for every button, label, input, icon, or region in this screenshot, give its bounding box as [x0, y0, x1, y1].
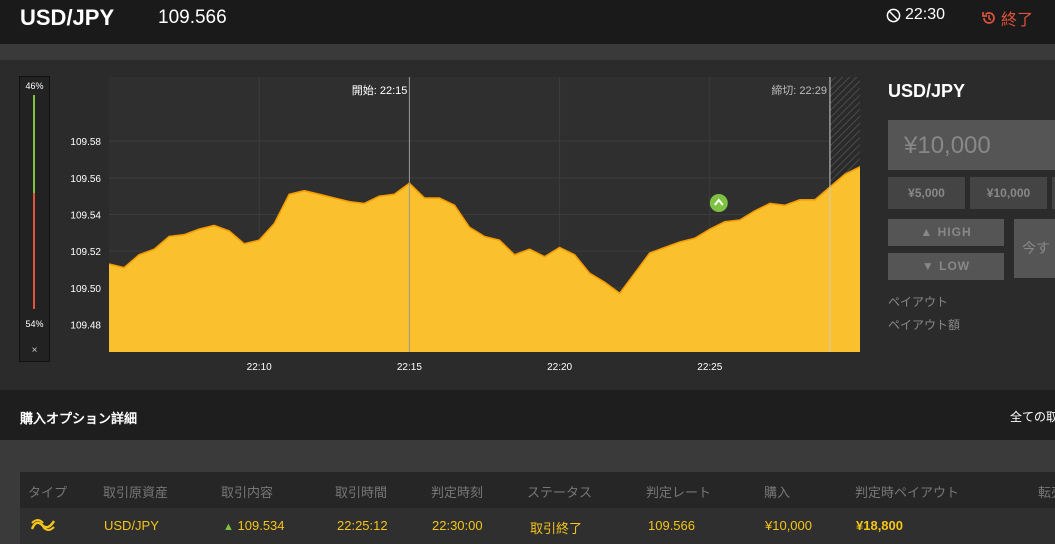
x-tick-label: 22:10: [247, 362, 272, 370]
col-time: 取引時間: [335, 485, 388, 500]
price-chart: 109.58 109.56 109.54 109.52 109.50 109.48 22:…: [70, 77, 860, 370]
col-content: 取引内容: [221, 485, 274, 500]
payout-amount-label: ペイアウト額: [888, 318, 961, 332]
y-tick-label: 109.54: [70, 211, 101, 222]
section-title: 購入オプション詳細: [20, 411, 138, 426]
high-low-type-icon: [30, 519, 56, 531]
low-percent: 54%: [25, 319, 44, 329]
up-arrow-icon: ▲: [920, 225, 934, 239]
clock-off-icon: [886, 8, 901, 22]
col-rate: 判定レート: [646, 485, 712, 500]
row-judge-time: 22:30:00: [432, 518, 483, 533]
row-purchase: ¥10,000: [765, 518, 812, 533]
row-content-value: 109.534: [237, 518, 285, 533]
ended-label: 終了: [1001, 12, 1034, 29]
chip-10000[interactable]: ¥10,000: [970, 177, 1047, 209]
start-label: 開始: 22:15: [352, 83, 408, 97]
side-asset-title: USD/JPY: [888, 81, 966, 101]
asset-pair: USD/JPY: [20, 5, 115, 30]
col-status: ステータス: [527, 485, 593, 500]
x-tick-label: 22:20: [547, 362, 572, 370]
row-rate: 109.566: [648, 518, 695, 533]
low-label: LOW: [939, 259, 971, 273]
amount-input[interactable]: ¥10,000: [888, 120, 1055, 170]
row-content: ▲ 109.534: [223, 518, 285, 533]
high-low-gauge: 46% 54% ×: [19, 76, 50, 362]
x-tick-label: 22:25: [697, 362, 722, 370]
col-payout: 判定時ペイアウト: [855, 485, 960, 500]
top-bar: USD/JPY 109.566 22:30 終了: [0, 0, 1055, 44]
y-tick-label: 109.58: [70, 137, 101, 148]
down-arrow-icon: ▼: [921, 259, 935, 273]
buy-now-button[interactable]: 今す: [1014, 219, 1055, 278]
table-header: タイプ 取引原資産 取引内容 取引時間 判定時刻 ステータス 判定レート 購入 …: [20, 472, 1055, 508]
high-bar: [33, 95, 35, 194]
low-bar: [33, 193, 35, 309]
high-arrow-icon: ▲: [223, 521, 234, 533]
row-status: 取引終了: [530, 521, 583, 536]
row-time: 22:25:12: [337, 518, 388, 533]
y-tick-label: 109.50: [70, 284, 101, 295]
high-label: HIGH: [937, 225, 972, 239]
history-icon: [982, 12, 995, 24]
col-purchase: 購入: [764, 485, 791, 500]
col-type: タイプ: [28, 485, 68, 500]
y-tick-label: 109.48: [70, 321, 101, 332]
col-asset: 取引原資産: [103, 485, 169, 500]
x-tick-label: 22:15: [397, 362, 422, 370]
row-payout: ¥18,800: [856, 518, 903, 533]
low-button[interactable]: ▼ LOW: [888, 253, 1004, 280]
y-tick-label: 109.52: [70, 247, 101, 258]
timer-value: 22:30: [905, 6, 946, 23]
entry-marker: [709, 194, 728, 212]
col-judge-time: 判定時刻: [431, 485, 484, 500]
deadline-label: 締切: 22:29: [771, 83, 827, 97]
row-asset: USD/JPY: [104, 518, 159, 533]
timer: 22:30: [886, 6, 945, 24]
table-row[interactable]: USD/JPY ▲ 109.534 22:25:12 22:30:00 取引終了…: [20, 508, 1055, 544]
col-resale: 転売: [1038, 485, 1055, 500]
purchase-details-header: 購入オプション詳細 全ての取: [0, 390, 1055, 440]
chip-5000[interactable]: ¥5,000: [888, 177, 965, 209]
current-price: 109.566: [158, 7, 227, 28]
y-tick-label: 109.56: [70, 174, 101, 185]
payout-label: ペイアウト: [888, 295, 949, 309]
high-percent: 46%: [25, 81, 44, 91]
close-icon[interactable]: ×: [20, 345, 49, 356]
all-trades-link[interactable]: 全ての取: [1010, 408, 1055, 425]
ended-status: 終了: [981, 6, 1033, 30]
high-button[interactable]: ▲ HIGH: [888, 219, 1004, 246]
